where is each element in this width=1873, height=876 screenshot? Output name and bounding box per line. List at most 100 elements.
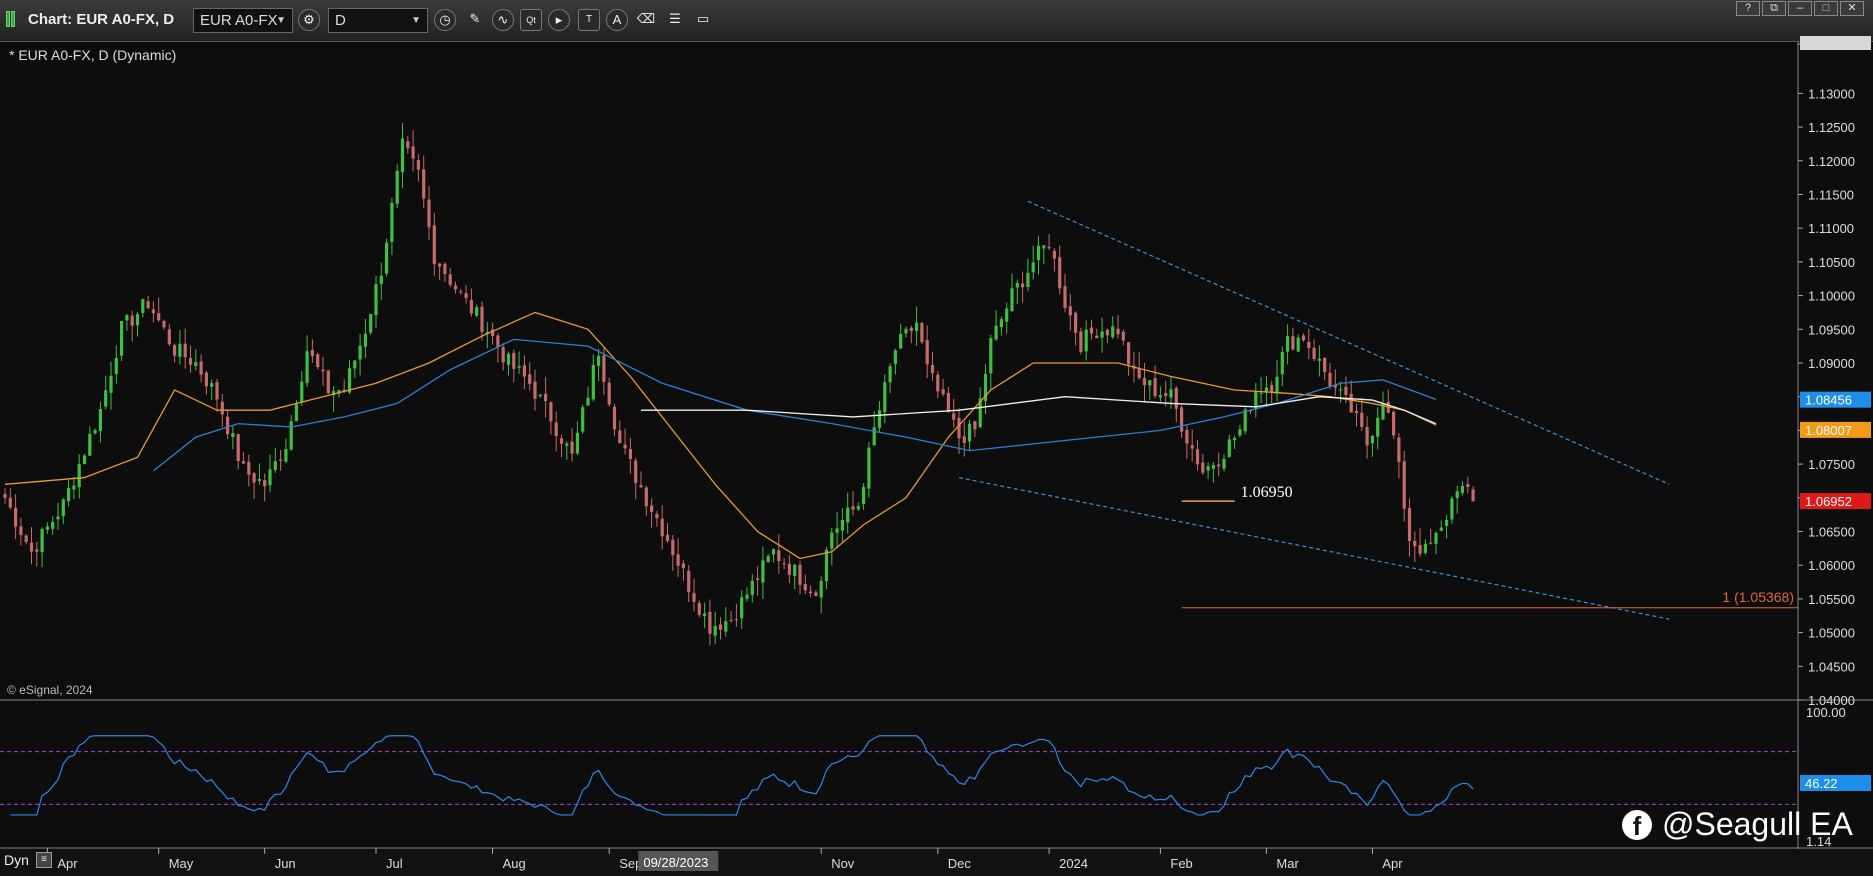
- candle-body: [1084, 329, 1088, 352]
- candle-body: [438, 263, 442, 267]
- candle-body: [941, 389, 945, 395]
- candle-body: [3, 494, 7, 498]
- candle-body: [173, 345, 177, 356]
- candle-body: [734, 619, 738, 621]
- candle-body: [14, 508, 18, 527]
- rsi-line: [10, 735, 1474, 816]
- candle-body: [194, 362, 198, 367]
- price-chart[interactable]: 1.137331.130001.125001.120001.115001.110…: [0, 0, 1873, 876]
- candle-body: [522, 365, 526, 377]
- candle-body: [1217, 464, 1221, 467]
- candle-body: [533, 381, 537, 399]
- candle-body: [475, 307, 479, 316]
- candle-body: [740, 597, 744, 619]
- candle-body: [104, 390, 108, 407]
- candle-body: [904, 328, 908, 334]
- candle-body: [183, 343, 187, 358]
- lower-trendline[interactable]: [958, 476, 1670, 620]
- candle-body: [1164, 393, 1168, 397]
- candle-body: [93, 430, 97, 434]
- fib-label: 1 (1.05368): [1722, 589, 1794, 605]
- candle-body: [650, 505, 654, 513]
- candle-body: [1074, 312, 1078, 333]
- candle-body: [464, 293, 468, 298]
- candle-body: [1227, 439, 1231, 458]
- candle-body: [374, 284, 378, 315]
- candle-body: [803, 583, 807, 591]
- candle-body: [167, 329, 171, 345]
- candle-body: [300, 381, 304, 402]
- candle-body: [809, 591, 813, 594]
- candle-body: [1460, 485, 1465, 493]
- candle-body: [178, 343, 182, 357]
- candle-body: [1026, 272, 1030, 288]
- candle-body: [597, 355, 601, 366]
- candle-body: [204, 372, 208, 387]
- candle-body: [72, 485, 76, 490]
- candle-body: [326, 370, 330, 394]
- candle-body: [1407, 507, 1412, 542]
- candle-body: [24, 535, 28, 543]
- candle-body: [1116, 328, 1120, 335]
- rsi-value-label: 46.22: [1805, 776, 1838, 791]
- candle-body: [1360, 412, 1364, 427]
- time-tick-label: Feb: [1170, 856, 1192, 871]
- candle-body: [1307, 341, 1311, 348]
- candle-body: [395, 170, 399, 204]
- candle-body: [676, 554, 680, 566]
- time-tick-label: Nov: [831, 856, 855, 871]
- candle-body: [210, 383, 214, 387]
- candle-body: [1010, 288, 1014, 312]
- candle-body: [920, 322, 924, 343]
- price-tick-label: 1.09000: [1808, 356, 1855, 371]
- candle-body: [771, 549, 776, 555]
- price-tick-label: 1.11000: [1808, 221, 1854, 236]
- candle-body: [273, 461, 277, 470]
- candle-body: [56, 516, 60, 520]
- candle-body: [135, 314, 140, 326]
- price-tick-label: 1.11500: [1808, 188, 1854, 203]
- candle-body: [353, 360, 357, 369]
- upper-trendline[interactable]: [1027, 200, 1670, 485]
- time-tick-label: Jun: [275, 856, 296, 871]
- candle-body: [1323, 357, 1327, 373]
- candle-body: [247, 462, 251, 475]
- candle-body: [1301, 335, 1306, 341]
- candle-body: [109, 375, 113, 393]
- candle-body: [98, 409, 102, 432]
- candle-body: [310, 349, 314, 357]
- candle-body: [1455, 491, 1459, 499]
- time-tick-label: May: [169, 856, 194, 871]
- copyright-text: © eSignal, 2024: [7, 683, 93, 697]
- candle-body: [517, 366, 521, 368]
- candle-body: [893, 350, 897, 365]
- candle-body: [1238, 429, 1242, 436]
- candle-body: [1243, 409, 1247, 432]
- time-tick-label: Apr: [1382, 856, 1403, 871]
- candle-body: [1185, 429, 1189, 444]
- dyn-menu-icon[interactable]: ≡: [36, 852, 52, 868]
- candle-body: [1079, 331, 1083, 352]
- candle-body: [1259, 392, 1263, 394]
- candle-body: [1280, 351, 1284, 375]
- price-tick-label: 1.06000: [1808, 558, 1855, 573]
- candle-body: [1466, 484, 1470, 487]
- candle-body: [157, 313, 161, 321]
- candle-body: [729, 620, 733, 622]
- candle-body: [459, 291, 463, 293]
- candle-body: [528, 374, 532, 384]
- candle-body: [1376, 417, 1380, 437]
- candle-body: [915, 322, 919, 331]
- candle-body: [141, 299, 145, 314]
- candle-body: [268, 469, 272, 486]
- candle-body: [1127, 342, 1131, 365]
- candle-body: [899, 333, 903, 349]
- candle-body: [1423, 543, 1427, 553]
- moving-average-blue: [152, 338, 1437, 472]
- candle-body: [67, 488, 71, 502]
- candle-body: [114, 358, 118, 374]
- candle-body: [846, 507, 850, 523]
- candle-body: [88, 433, 92, 456]
- candle-body: [411, 146, 415, 159]
- candle-body: [1418, 544, 1422, 554]
